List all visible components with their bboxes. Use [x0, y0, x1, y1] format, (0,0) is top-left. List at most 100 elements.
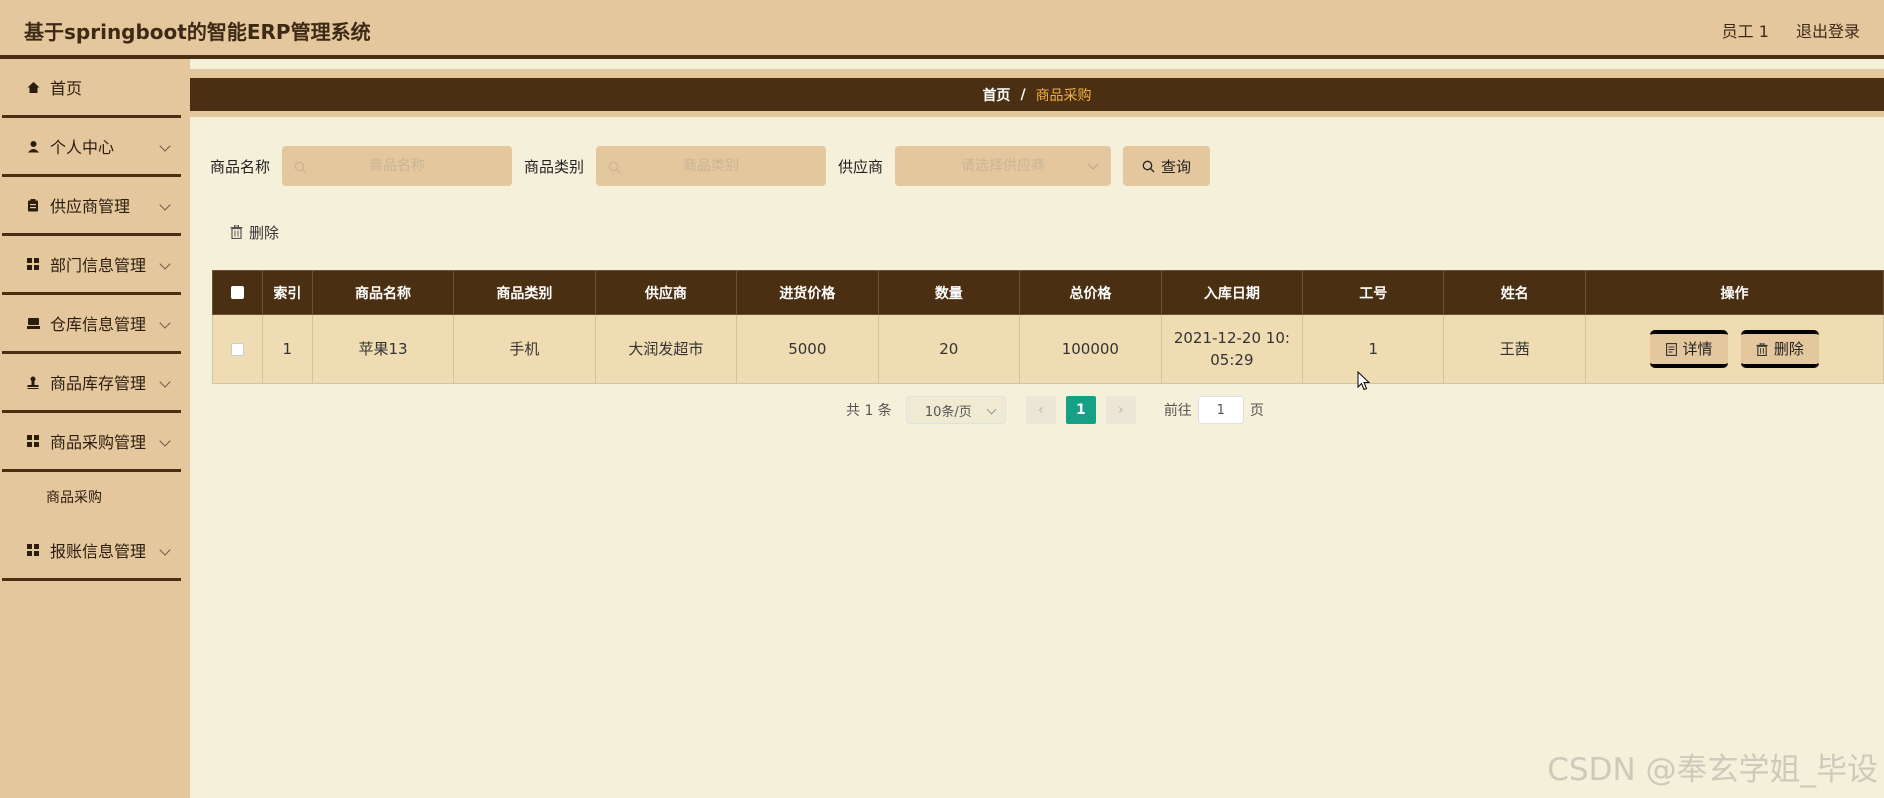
- user-name[interactable]: 员工 1: [1722, 22, 1769, 41]
- cell-total: 100000: [1019, 314, 1162, 384]
- column-header: 商品名称: [311, 270, 455, 315]
- home-icon: [26, 80, 40, 94]
- row-delete-button[interactable]: 删除: [1740, 330, 1819, 368]
- page-number-current[interactable]: 1: [1065, 396, 1096, 424]
- product-category-input[interactable]: [596, 146, 827, 186]
- breadcrumb-separator: /: [1020, 86, 1026, 103]
- page-size-value: 10条/页: [924, 404, 972, 420]
- sidebar-item-label: 报账信息管理: [50, 542, 147, 561]
- grid-icon: [26, 543, 40, 557]
- cell-price: 5000: [736, 314, 879, 384]
- column-header: 操作: [1584, 270, 1884, 315]
- chevron-down-icon: [159, 376, 171, 388]
- warehouse-icon: [26, 316, 40, 330]
- sidebar-item-purchase[interactable]: 商品采购管理: [2, 413, 181, 472]
- cell-actions: 详情 删除: [1584, 314, 1884, 384]
- cell-supplier: 大润发超市: [594, 314, 738, 384]
- supplier-label: 供应商: [838, 157, 884, 176]
- purchase-table: 索引 商品名称 商品类别 供应商 进货价格 数量 总价格 入库日期 工号 姓名 …: [212, 270, 1884, 384]
- app-title: 基于springboot的智能ERP管理系统: [24, 20, 371, 44]
- search-form: 商品名称 商品类别 供应商 查询: [210, 146, 1211, 186]
- breadcrumb-bar: 首页 / 商品采购: [190, 69, 1884, 117]
- table-header-row: 索引 商品名称 商品类别 供应商 进货价格 数量 总价格 入库日期 工号 姓名 …: [212, 270, 1884, 315]
- detail-button[interactable]: 详情: [1650, 330, 1729, 368]
- sidebar-item-warehouse[interactable]: 仓库信息管理: [2, 295, 181, 354]
- sidebar-item-label: 商品库存管理: [50, 374, 147, 393]
- product-name-label: 商品名称: [210, 157, 271, 176]
- grid-icon: [26, 257, 40, 271]
- sidebar-item-inventory[interactable]: 商品库存管理: [2, 354, 181, 413]
- watermark-text: CSDN @奉玄学姐_毕设: [1547, 752, 1878, 788]
- supplier-select-input[interactable]: [895, 146, 1112, 186]
- clipboard-icon: [26, 198, 40, 212]
- search-icon: [608, 159, 621, 178]
- top-header: 基于springboot的智能ERP管理系统 员工 1 退出登录: [0, 0, 1884, 59]
- cell-date: 2021-12-20 10:05:29: [1160, 314, 1304, 384]
- breadcrumb-home[interactable]: 首页: [982, 85, 1010, 105]
- chevron-down-icon: [159, 544, 171, 556]
- sidebar-item-home[interactable]: 首页: [2, 59, 181, 118]
- pagination-total: 共 1 条: [846, 403, 892, 419]
- chevron-down-icon: [159, 435, 171, 447]
- column-header: 工号: [1302, 270, 1445, 315]
- product-category-label: 商品类别: [524, 157, 585, 176]
- cell-category: 手机: [453, 314, 596, 384]
- chevron-down-icon: [159, 317, 171, 329]
- sidebar: 首页 个人中心 供应商管理 部门信息管理 仓库信息管理 商品库存管理 商品采购管…: [0, 59, 190, 798]
- product-name-input[interactable]: [282, 146, 513, 186]
- query-button-label: 查询: [1161, 157, 1192, 176]
- batch-delete-label: 删除: [249, 223, 280, 242]
- chevron-down-icon: [159, 258, 171, 270]
- select-all-checkbox[interactable]: [230, 286, 244, 299]
- logout-link[interactable]: 退出登录: [1796, 22, 1860, 41]
- search-icon: [1142, 160, 1155, 173]
- breadcrumb: 首页 / 商品采购: [190, 78, 1884, 111]
- sidebar-item-label: 个人中心: [50, 138, 115, 157]
- stamp-icon: [26, 375, 40, 389]
- column-header: 供应商: [594, 270, 738, 315]
- supplier-select[interactable]: [895, 146, 1112, 186]
- trash-icon: [230, 225, 243, 239]
- column-header: 数量: [877, 270, 1021, 315]
- sidebar-item-label: 首页: [50, 79, 83, 98]
- grid-icon: [26, 434, 40, 448]
- header-user-area: 员工 1 退出登录: [1700, 18, 1860, 42]
- cell-employee-name: 王茜: [1443, 314, 1586, 384]
- trash-icon: [1756, 342, 1768, 356]
- sidebar-item-reimbursement[interactable]: 报账信息管理: [2, 522, 181, 581]
- chevron-down-icon: [159, 199, 171, 211]
- detail-button-label: 详情: [1682, 340, 1713, 358]
- cell-quantity: 20: [877, 314, 1021, 384]
- sidebar-item-label: 仓库信息管理: [50, 315, 147, 334]
- batch-delete-button[interactable]: 删除: [230, 217, 279, 247]
- sidebar-item-supplier[interactable]: 供应商管理: [2, 177, 181, 236]
- goto-page-input[interactable]: [1197, 396, 1244, 424]
- column-header: 进货价格: [736, 270, 879, 315]
- chevron-down-icon: [159, 140, 171, 152]
- cell-index: 1: [261, 314, 313, 384]
- product-name-field: [282, 146, 513, 186]
- cell-product-name: 苹果13: [311, 314, 455, 384]
- chevron-left-icon: ‹: [1038, 402, 1044, 418]
- sidebar-subitem-purchase[interactable]: 商品采购: [0, 472, 190, 522]
- next-page-button[interactable]: ›: [1105, 396, 1136, 424]
- row-select-cell: [212, 314, 263, 384]
- chevron-right-icon: ›: [1118, 402, 1124, 418]
- sidebar-item-department[interactable]: 部门信息管理: [2, 236, 181, 295]
- select-all-cell: [212, 270, 263, 315]
- table-row: 1 苹果13 手机 大润发超市 5000 20 100000 2021-12-2…: [212, 314, 1884, 384]
- row-checkbox[interactable]: [230, 343, 244, 356]
- mouse-cursor-icon: [1357, 370, 1371, 395]
- column-header: 入库日期: [1160, 270, 1304, 315]
- breadcrumb-current: 商品采购: [1035, 87, 1092, 104]
- sidebar-item-personal-center[interactable]: 个人中心: [2, 118, 181, 177]
- row-delete-label: 删除: [1773, 340, 1804, 358]
- chevron-down-icon: [986, 404, 997, 415]
- cell-employee-no: 1: [1302, 314, 1445, 384]
- query-button[interactable]: 查询: [1123, 146, 1211, 186]
- sidebar-item-label: 供应商管理: [50, 197, 131, 216]
- prev-page-button[interactable]: ‹: [1025, 396, 1056, 424]
- page-size-select[interactable]: 10条/页: [905, 396, 1006, 424]
- goto-label: 前往: [1163, 403, 1192, 419]
- column-header: 商品类别: [453, 270, 596, 315]
